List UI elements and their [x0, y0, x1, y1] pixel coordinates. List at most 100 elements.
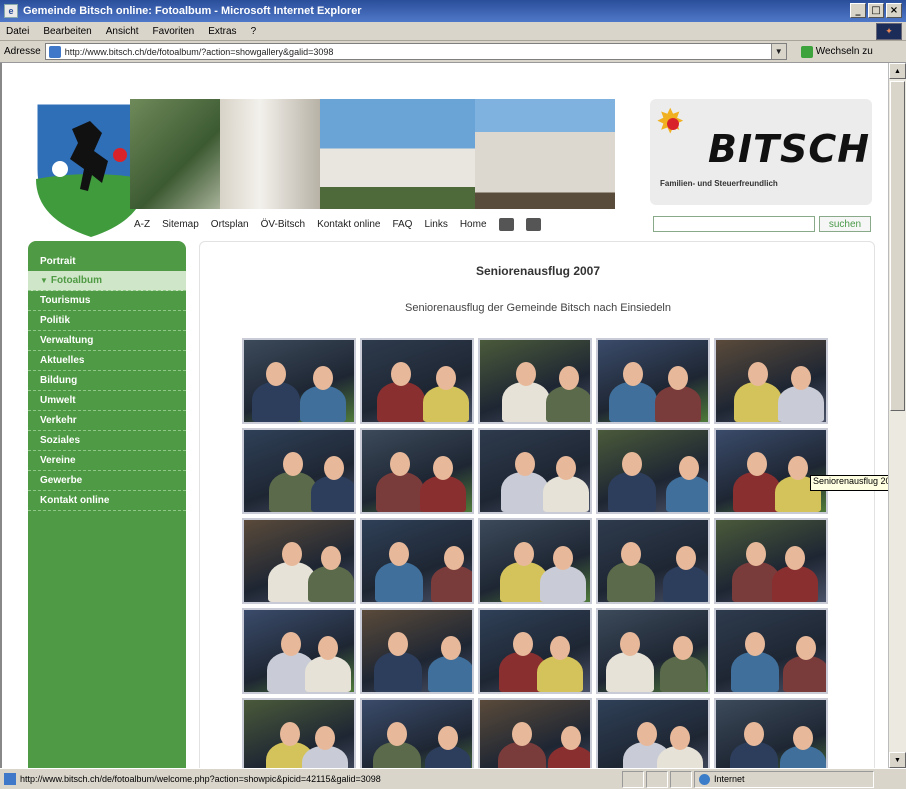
gallery-photo[interactable]: [714, 518, 828, 604]
bitsch-logo[interactable]: ✸ BITSCH Familien- und Steuerfreundlich: [650, 99, 872, 205]
sidebar-item-kontakt-online[interactable]: Kontakt online: [28, 491, 186, 511]
scroll-up-icon[interactable]: ▲: [889, 63, 906, 79]
person-figure: [663, 566, 708, 602]
person-head: [553, 546, 573, 570]
menu-item-extras[interactable]: Extras: [208, 26, 236, 37]
nav-link-a-z[interactable]: A-Z: [134, 219, 150, 230]
gallery-photo[interactable]: [242, 338, 356, 424]
sidebar-item-umwelt[interactable]: Umwelt: [28, 391, 186, 411]
sidebar-item-aktuelles[interactable]: Aktuelles: [28, 351, 186, 371]
sidebar-item-tourismus[interactable]: Tourismus: [28, 291, 186, 311]
gallery-photo[interactable]: [596, 698, 710, 768]
menu-item-bearbeiten[interactable]: Bearbeiten: [43, 26, 91, 37]
person-head: [561, 726, 581, 750]
sidebar-item-politik[interactable]: Politik: [28, 311, 186, 331]
save-icon[interactable]: [525, 218, 541, 231]
top-navigation: A-Z Sitemap Ortsplan ÖV-Bitsch Kontakt o…: [134, 218, 541, 231]
nav-link-oev-bitsch[interactable]: ÖV-Bitsch: [261, 219, 305, 230]
sidebar-item-vereine[interactable]: Vereine: [28, 451, 186, 471]
nav-link-home[interactable]: Home: [460, 219, 487, 230]
address-input[interactable]: http://www.bitsch.ch/de/fotoalbum/?actio…: [44, 43, 787, 60]
gallery-content: Seniorenausflug 2007 Seniorenausflug der…: [199, 241, 875, 768]
gallery-photo[interactable]: [360, 428, 474, 514]
gallery-photo[interactable]: [478, 608, 592, 694]
sidebar-item-fotoalbum[interactable]: ▼ Fotoalbum: [28, 271, 186, 291]
photo-grid: [242, 338, 828, 768]
menu-item-datei[interactable]: Datei: [6, 26, 29, 37]
gallery-photo[interactable]: [360, 608, 474, 694]
gallery-photo[interactable]: [242, 428, 356, 514]
nav-link-ortsplan[interactable]: Ortsplan: [211, 219, 249, 230]
person-head: [391, 362, 411, 386]
minimize-button[interactable]: _: [850, 3, 866, 18]
gallery-photo[interactable]: [242, 518, 356, 604]
gallery-photo[interactable]: [242, 608, 356, 694]
gallery-photo[interactable]: [596, 338, 710, 424]
print-icon[interactable]: [498, 218, 514, 231]
person-head: [556, 456, 576, 480]
address-url: http://www.bitsch.ch/de/fotoalbum/?actio…: [64, 46, 334, 57]
sidebar-item-bildung[interactable]: Bildung: [28, 371, 186, 391]
gallery-photo[interactable]: [596, 608, 710, 694]
sidebar-item-portrait[interactable]: Portrait: [28, 251, 186, 271]
emblem-dot: [667, 118, 679, 130]
gallery-photo[interactable]: [478, 698, 592, 768]
gallery-photo[interactable]: [714, 608, 828, 694]
sidebar-item-label: Umwelt: [40, 395, 76, 406]
nav-link-sitemap[interactable]: Sitemap: [162, 219, 199, 230]
gallery-photo[interactable]: [596, 518, 710, 604]
address-dropdown-icon[interactable]: ▼: [770, 44, 786, 59]
gallery-photo[interactable]: [714, 698, 828, 768]
person-head: [620, 632, 640, 656]
menu-item-ansicht[interactable]: Ansicht: [106, 26, 139, 37]
sidebar-item-gewerbe[interactable]: Gewerbe: [28, 471, 186, 491]
gallery-photo[interactable]: [714, 428, 828, 514]
person-head: [793, 726, 813, 750]
close-button[interactable]: ×: [886, 3, 902, 18]
sidebar: Portrait ▼ Fotoalbum Tourismus Politik Ve…: [28, 241, 186, 768]
sidebar-item-soziales[interactable]: Soziales: [28, 431, 186, 451]
person-head: [281, 632, 301, 656]
menu-item-favoriten[interactable]: Favoriten: [153, 26, 195, 37]
sidebar-item-verkehr[interactable]: Verkehr: [28, 411, 186, 431]
person-figure: [607, 562, 655, 602]
gallery-photo[interactable]: [360, 338, 474, 424]
search-input[interactable]: [653, 216, 815, 232]
sidebar-item-verwaltung[interactable]: Verwaltung: [28, 331, 186, 351]
vertical-scrollbar[interactable]: ▲ ▼: [888, 63, 906, 768]
gallery-photo[interactable]: [478, 338, 592, 424]
person-head: [550, 636, 570, 660]
gallery-photo[interactable]: [714, 338, 828, 424]
person-head: [515, 452, 535, 476]
scroll-thumb[interactable]: [890, 81, 905, 411]
person-head: [324, 456, 344, 480]
gallery-photo[interactable]: [360, 518, 474, 604]
gallery-photo[interactable]: [596, 428, 710, 514]
nav-link-links[interactable]: Links: [424, 219, 447, 230]
person-figure: [733, 472, 781, 512]
person-head: [744, 722, 764, 746]
gallery-photo[interactable]: [478, 518, 592, 604]
scroll-down-icon[interactable]: ▼: [889, 752, 906, 768]
maximize-button[interactable]: □: [868, 3, 884, 18]
person-head: [679, 456, 699, 480]
go-button[interactable]: Wechseln zu: [800, 45, 873, 58]
gallery-photo[interactable]: [360, 698, 474, 768]
nav-link-faq[interactable]: FAQ: [392, 219, 412, 230]
person-head: [748, 362, 768, 386]
sidebar-item-label: Aktuelles: [40, 355, 85, 366]
person-head: [791, 366, 811, 390]
person-figure: [731, 652, 779, 692]
person-head: [390, 452, 410, 476]
person-head: [321, 546, 341, 570]
menu-item-help[interactable]: ?: [251, 26, 257, 37]
person-figure: [660, 656, 706, 692]
gallery-photo[interactable]: [242, 698, 356, 768]
person-head: [512, 722, 532, 746]
search-button[interactable]: suchen: [819, 216, 871, 232]
status-segment: [670, 770, 692, 788]
nav-link-kontakt[interactable]: Kontakt online: [317, 219, 380, 230]
sidebar-item-label: Verkehr: [40, 415, 77, 426]
banner-photo: [130, 99, 220, 209]
gallery-photo[interactable]: [478, 428, 592, 514]
